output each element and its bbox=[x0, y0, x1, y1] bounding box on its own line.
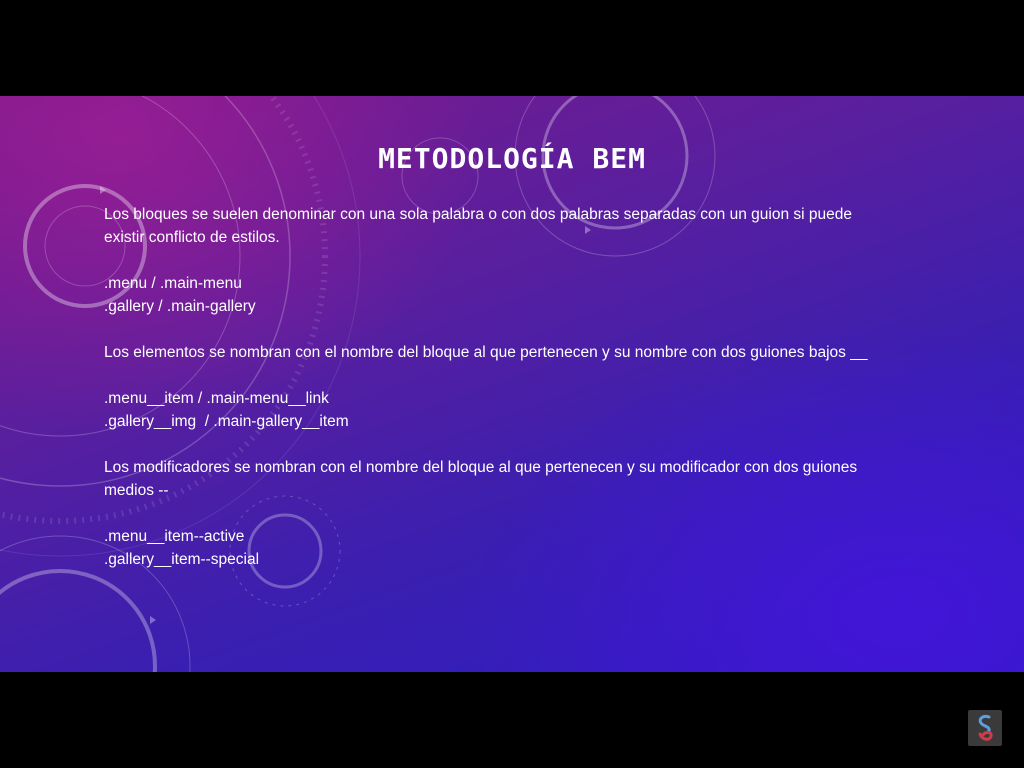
slide-title: METODOLOGÍA BEM bbox=[378, 142, 646, 175]
code-line: .menu__item--active bbox=[104, 528, 245, 545]
code-line: .menu / .main-menu bbox=[104, 275, 242, 292]
video-logo-icon bbox=[968, 710, 1002, 746]
text-line: medios -- bbox=[104, 482, 169, 499]
code-line: .menu__item / .main-menu__link bbox=[104, 390, 329, 407]
slide-body: Los bloques se suelen denominar con una … bbox=[104, 203, 984, 571]
text-line: Los bloques se suelen denominar con una … bbox=[104, 206, 852, 223]
video-frame: METODOLOGÍA BEM Los bloques se suelen de… bbox=[0, 0, 1024, 768]
text-line: Los modificadores se nombran con el nomb… bbox=[104, 459, 858, 476]
code-line: .gallery__img / .main-gallery__item bbox=[104, 413, 349, 430]
text-line: existir conflicto de estilos. bbox=[104, 229, 280, 246]
text-line: Los elementos se nombran con el nombre d… bbox=[104, 344, 868, 361]
presentation-slide: METODOLOGÍA BEM Los bloques se suelen de… bbox=[0, 96, 1024, 672]
code-line: .gallery / .main-gallery bbox=[104, 298, 256, 315]
code-line: .gallery__item--special bbox=[104, 551, 260, 568]
